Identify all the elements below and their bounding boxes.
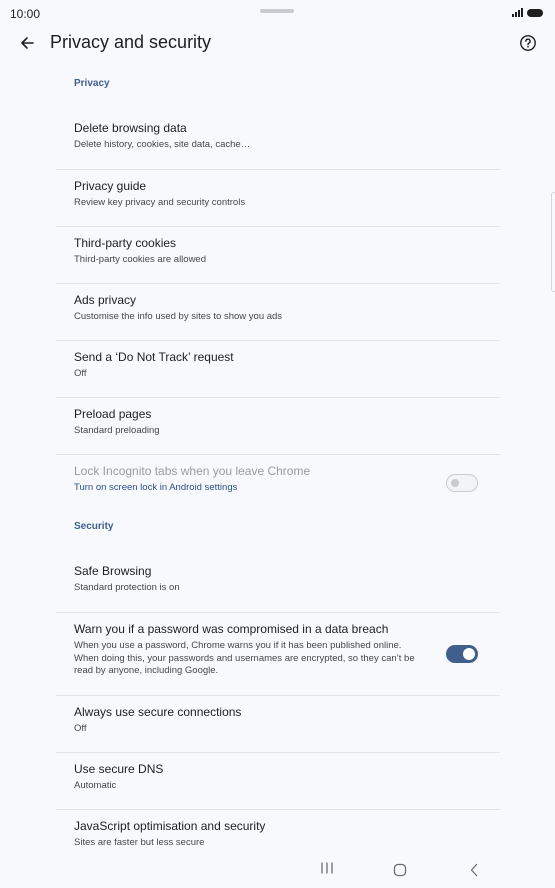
safe-browsing-item[interactable]: Safe Browsing Standard protection is on bbox=[56, 555, 500, 612]
item-title: Safe Browsing bbox=[74, 564, 152, 578]
home-button[interactable] bbox=[391, 862, 409, 878]
settings-list: Privacy Delete browsing data Delete hist… bbox=[56, 60, 500, 866]
item-summary: Standard preloading bbox=[74, 425, 160, 436]
privacy-guide-item[interactable]: Privacy guide Review key privacy and sec… bbox=[56, 169, 500, 226]
item-title: Third-party cookies bbox=[74, 236, 177, 250]
item-summary: Delete history, cookies, site data, cach… bbox=[74, 139, 251, 150]
item-summary: Review key privacy and security controls bbox=[74, 197, 246, 208]
preload-pages-item[interactable]: Preload pages Standard preloading bbox=[56, 397, 500, 454]
system-nav-bar bbox=[0, 852, 555, 888]
camera-notch bbox=[260, 9, 294, 13]
item-title: Always use secure connections bbox=[74, 705, 242, 719]
do-not-track-item[interactable]: Send a ‘Do Not Track’ request Off bbox=[56, 340, 500, 397]
nav-back-icon bbox=[470, 863, 478, 877]
item-summary: Standard protection is on bbox=[74, 582, 180, 593]
lock-incognito-toggle bbox=[446, 474, 478, 492]
delete-browsing-data-item[interactable]: Delete browsing data Delete history, coo… bbox=[56, 112, 500, 169]
item-title: Preload pages bbox=[74, 407, 152, 421]
item-title: Warn you if a password was compromised i… bbox=[74, 622, 389, 636]
item-summary: Off bbox=[74, 368, 87, 379]
item-summary: Third-party cookies are allowed bbox=[74, 254, 207, 265]
item-title: Delete browsing data bbox=[74, 121, 187, 135]
status-icons bbox=[512, 8, 543, 17]
recents-icon bbox=[321, 862, 333, 874]
status-time: 10:00 bbox=[10, 7, 41, 21]
home-icon bbox=[393, 863, 407, 877]
lock-incognito-tabs-item: Lock Incognito tabs when you leave Chrom… bbox=[56, 454, 500, 511]
item-title: Lock Incognito tabs when you leave Chrom… bbox=[74, 464, 311, 478]
item-title: JavaScript optimisation and security bbox=[74, 819, 266, 833]
screen-lock-settings-link[interactable]: Turn on screen lock in Android settings bbox=[74, 482, 482, 495]
signal-icon bbox=[512, 8, 523, 17]
third-party-cookies-item[interactable]: Third-party cookies Third-party cookies … bbox=[56, 226, 500, 283]
status-bar: 10:00 bbox=[0, 0, 555, 26]
item-summary: Customise the info used by sites to show… bbox=[74, 311, 283, 322]
app-bar: Privacy and security bbox=[0, 26, 555, 60]
page-title: Privacy and security bbox=[50, 32, 212, 52]
item-summary: Automatic bbox=[74, 780, 117, 791]
section-header-security: Security bbox=[74, 521, 114, 532]
secure-dns-item[interactable]: Use secure DNS Automatic bbox=[56, 752, 500, 809]
ads-privacy-item[interactable]: Ads privacy Customise the info used by s… bbox=[56, 283, 500, 340]
item-summary: When you use a password, Chrome warns yo… bbox=[74, 640, 415, 676]
back-button[interactable] bbox=[12, 28, 42, 58]
item-summary: Off bbox=[74, 723, 87, 734]
system-back-button[interactable] bbox=[465, 862, 483, 878]
battery-icon bbox=[527, 8, 543, 17]
password-leak-toggle[interactable] bbox=[446, 645, 478, 663]
item-title: Use secure DNS bbox=[74, 762, 164, 776]
help-button[interactable] bbox=[513, 28, 543, 58]
secure-connections-item[interactable]: Always use secure connections Off bbox=[56, 695, 500, 752]
item-title: Send a ‘Do Not Track’ request bbox=[74, 350, 234, 364]
help-circle-icon bbox=[520, 35, 536, 51]
arrow-back-icon bbox=[21, 37, 34, 49]
item-title: Privacy guide bbox=[74, 179, 147, 193]
scrollbar-handle[interactable] bbox=[551, 192, 555, 292]
section-header-privacy: Privacy bbox=[74, 78, 110, 89]
item-summary: Sites are faster but less secure bbox=[74, 837, 205, 848]
recents-button[interactable] bbox=[316, 862, 338, 878]
item-title: Ads privacy bbox=[74, 293, 137, 307]
password-leak-warning-item[interactable]: Warn you if a password was compromised i… bbox=[56, 612, 500, 695]
